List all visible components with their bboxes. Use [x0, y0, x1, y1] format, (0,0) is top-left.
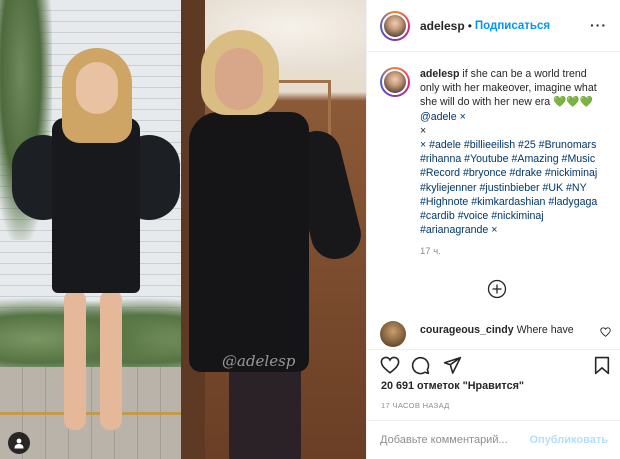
photo-watermark: @adelesp: [222, 352, 296, 370]
header-separator: •: [467, 18, 472, 33]
caption-mention[interactable]: @adele ×: [420, 110, 612, 124]
caption-username[interactable]: adelesp: [420, 68, 459, 80]
caption-avatar[interactable]: [380, 67, 410, 97]
heart-icon[interactable]: [380, 356, 400, 374]
post-header: adelesp • Подписаться ···: [367, 0, 620, 52]
add-comment-bar: Опубликовать: [367, 420, 620, 459]
caption-hashtags[interactable]: #Record #bryonce #drake #nickiminaj: [420, 166, 612, 180]
bookmark-icon[interactable]: [594, 356, 610, 375]
publish-button[interactable]: Опубликовать: [529, 434, 608, 446]
more-options-icon[interactable]: ···: [590, 17, 607, 33]
photo-left-panel: [0, 0, 181, 459]
comment-input[interactable]: [380, 434, 530, 446]
rope-barrier: [0, 412, 181, 415]
post-photo[interactable]: @adelesp: [0, 0, 366, 459]
comment-username[interactable]: courageous_cindy: [420, 324, 514, 336]
header-username[interactable]: adelesp: [420, 19, 465, 33]
caption-body: adelesp if she can be a world trend only…: [420, 67, 612, 260]
posted-time[interactable]: 17 ЧАСОВ НАЗАД: [381, 401, 450, 410]
post-side-panel: adelesp • Подписаться ··· adelesp if she…: [366, 0, 620, 459]
comment-icon[interactable]: [411, 356, 430, 375]
caption-line: only with her makeover, imagine what: [420, 82, 597, 95]
tag-user-button[interactable]: [8, 432, 30, 454]
caption-hashtags[interactable]: × #adele #billieeilish #25 #Brunomars: [420, 138, 612, 152]
caption: adelesp if she can be a world trend only…: [380, 67, 612, 260]
photo-right-panel: [181, 0, 366, 459]
follow-button[interactable]: Подписаться: [475, 20, 550, 32]
caption-hashtags[interactable]: #rihanna #Youtube #Amazing #Music: [420, 152, 612, 166]
caption-hashtags[interactable]: #arianagrande ×: [420, 223, 612, 237]
comment-like-icon[interactable]: [600, 327, 611, 337]
caption-hashtags[interactable]: #Highnote #kimkardashian #ladygaga: [420, 195, 612, 209]
comment-text-block: courageous_cindy Where have: [420, 323, 590, 351]
comment-item: courageous_cindy Where have: [380, 321, 612, 351]
garden-bushes: [0, 297, 181, 367]
share-icon[interactable]: [443, 356, 462, 375]
load-more-icon[interactable]: [487, 279, 507, 299]
caption-hashtags[interactable]: #cardib #voice #nickiminaj: [420, 209, 612, 223]
caption-line: if she can be a world trend: [462, 68, 587, 80]
caption-time: 17 ч.: [420, 246, 441, 258]
avatar[interactable]: [380, 10, 410, 41]
comment-text: Where have: [516, 324, 574, 336]
comment-avatar[interactable]: [380, 321, 406, 347]
tag-user-icon: [14, 438, 24, 449]
caption-line: ×: [420, 124, 427, 137]
likes-count[interactable]: 20 691 отметок "Нравится": [381, 380, 524, 392]
caption-hashtags[interactable]: #kyliejenner #justinbieber #UK #NY: [420, 181, 612, 195]
caption-line: she will do with her new era 💚💚💚: [420, 96, 593, 109]
action-bar: [367, 349, 620, 379]
